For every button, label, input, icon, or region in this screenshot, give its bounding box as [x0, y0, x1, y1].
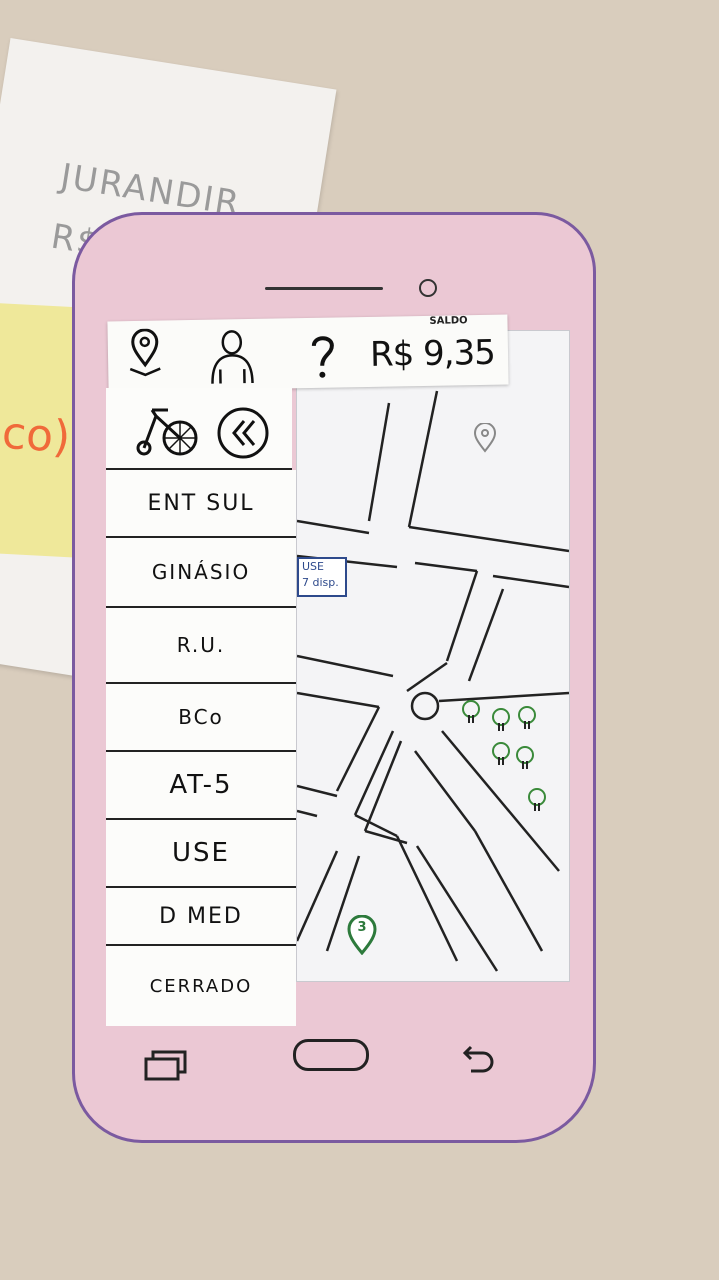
- trees-icon: [457, 699, 557, 833]
- user-icon[interactable]: [206, 329, 259, 390]
- map-streets: [297, 390, 569, 972]
- menu-item-dmed[interactable]: D MED: [106, 888, 296, 946]
- menu-item-label: ENT SUL: [147, 490, 255, 516]
- recents-icon[interactable]: [143, 1050, 191, 1086]
- menu-item-label: CERRADO: [149, 975, 253, 997]
- menu-item-at5[interactable]: AT-5: [106, 752, 296, 820]
- menu-header: [106, 388, 292, 470]
- menu-item-use[interactable]: USE: [106, 820, 296, 888]
- balance-value: R$ 9,35: [369, 332, 496, 375]
- menu-item-label: GINÁSIO: [151, 560, 251, 584]
- home-button[interactable]: [293, 1039, 369, 1071]
- menu-item-label: R.U.: [176, 633, 226, 657]
- station-tooltip-name: USE: [302, 560, 324, 573]
- phone-camera: [419, 279, 437, 297]
- menu-item-bco[interactable]: BCo: [106, 684, 296, 752]
- collapse-icon[interactable]: [216, 406, 270, 464]
- menu-item-ginasio[interactable]: GINÁSIO: [106, 538, 296, 608]
- map-view[interactable]: USE 7 disp. 3: [296, 330, 570, 982]
- station-menu: ENT SUL GINÁSIO R.U. BCo AT-5 USE D MED …: [106, 388, 302, 1028]
- menu-item-cerrado[interactable]: CERRADO: [106, 946, 296, 1026]
- menu-item-label: USE: [172, 838, 230, 868]
- sticky-note-text: co): [0, 407, 72, 464]
- menu-item-ent-sul[interactable]: ENT SUL: [106, 470, 296, 538]
- help-icon[interactable]: [308, 333, 339, 386]
- back-icon[interactable]: [457, 1041, 497, 1085]
- map-pin-icon[interactable]: [126, 328, 165, 384]
- menu-item-label: D MED: [159, 903, 243, 929]
- bike-station-marker-count: 3: [357, 920, 367, 935]
- balance-label: SALDO: [429, 315, 468, 327]
- station-tooltip-availability: 7 disp.: [302, 576, 339, 589]
- bike-station-marker[interactable]: 3: [347, 915, 377, 955]
- menu-item-label: BCo: [178, 705, 224, 729]
- bicycle-icon: [136, 400, 204, 460]
- menu-item-ru[interactable]: R.U.: [106, 608, 296, 684]
- location-pin-icon[interactable]: [473, 422, 497, 457]
- menu-item-label: AT-5: [169, 770, 233, 800]
- phone-speaker: [265, 287, 383, 290]
- top-bar: SALDO R$ 9,35: [107, 314, 509, 392]
- station-tooltip[interactable]: USE 7 disp.: [297, 557, 347, 597]
